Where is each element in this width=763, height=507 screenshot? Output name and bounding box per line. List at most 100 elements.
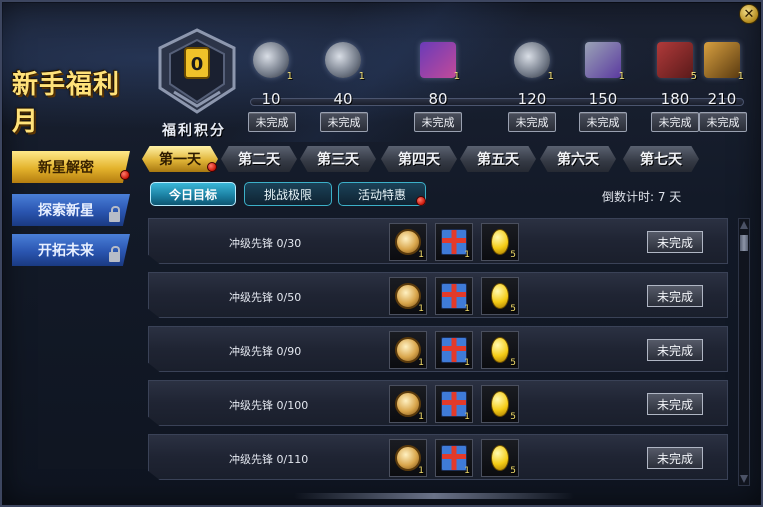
milestone-reward-icon[interactable]: 1	[514, 42, 554, 82]
gold-gem-icon	[491, 229, 509, 255]
task-status-button[interactable]: 未完成	[647, 393, 703, 415]
sidebar-item-new-star-decrypt[interactable]: 新星解密	[12, 151, 130, 183]
emblem-value: 0	[191, 54, 204, 75]
milestone-reward-icon[interactable]: 1	[585, 42, 625, 82]
reward-medal-slot[interactable]: 1	[389, 277, 427, 315]
bottom-decoration	[294, 493, 574, 499]
reward-medal-slot[interactable]: 1	[389, 331, 427, 369]
task-name: 冲级先锋 0/50	[229, 291, 302, 304]
sidebar-item-explore-star[interactable]: 探索新星	[12, 194, 130, 226]
reward-medal-slot[interactable]: 1	[389, 385, 427, 423]
gift-box-icon	[441, 229, 467, 255]
score-label: 福利积分	[162, 123, 226, 139]
task-status-button[interactable]: 未完成	[647, 339, 703, 361]
milestone-status-button[interactable]: 未完成	[320, 112, 368, 132]
subtab-event-deals[interactable]: 活动特惠	[338, 182, 426, 206]
task-name: 冲级先锋 0/100	[229, 399, 309, 412]
milestone-status-button[interactable]: 未完成	[651, 112, 699, 132]
milestone-status-button[interactable]: 未完成	[248, 112, 296, 132]
reward-gift-slot[interactable]: 1	[435, 277, 473, 315]
tab-day-3[interactable]: 第三天	[300, 146, 376, 172]
milestone-value: 150	[588, 90, 618, 108]
milestone-reward-icon[interactable]: 1	[325, 42, 365, 82]
task-row: 冲级先锋 0/30 1 1 5 未完成	[148, 218, 728, 264]
task-name: 冲级先锋 0/30	[229, 237, 302, 250]
task-status-button[interactable]: 未完成	[647, 447, 703, 469]
sidebar-item-pioneer-future[interactable]: 开拓未来	[12, 234, 130, 266]
notification-dot	[120, 170, 130, 180]
milestone-value: 210	[707, 90, 737, 108]
tab-day-7[interactable]: 第七天	[623, 146, 699, 172]
close-button[interactable]: ✕	[739, 4, 759, 24]
tab-day-4[interactable]: 第四天	[381, 146, 457, 172]
sidebar-item-label: 新星解密	[38, 160, 94, 176]
task-row: 冲级先锋 0/50 1 1 5 未完成	[148, 272, 728, 318]
milestone-value: 120	[517, 90, 547, 108]
milestone-status-button[interactable]: 未完成	[579, 112, 627, 132]
task-status-button[interactable]: 未完成	[647, 231, 703, 253]
reward-gift-slot[interactable]: 1	[435, 439, 473, 477]
reward-gem-slot[interactable]: 5	[481, 385, 519, 423]
milestone-210: 1 210	[694, 42, 750, 108]
milestone-value: 80	[428, 90, 448, 108]
milestone-status-button[interactable]: 未完成	[414, 112, 462, 132]
scrollbar-thumb[interactable]	[740, 235, 748, 251]
gift-box-icon	[441, 445, 467, 471]
reward-gift-slot[interactable]: 1	[435, 385, 473, 423]
subtab-challenge-limit[interactable]: 挑战极限	[244, 182, 332, 206]
task-row: 冲级先锋 0/100 1 1 5 未完成	[148, 380, 728, 426]
task-list: 冲级先锋 0/30 1 1 5 未完成 冲级先锋 0/50 1 1 5 未完成 …	[144, 214, 734, 486]
reward-gem-slot[interactable]: 5	[481, 331, 519, 369]
milestone-reward-icon[interactable]: 1	[704, 42, 744, 82]
milestone-120: 1 120	[504, 42, 560, 108]
medal-icon	[395, 445, 421, 471]
scroll-down-arrow-icon[interactable]	[740, 475, 748, 483]
milestone-status-button[interactable]: 未完成	[699, 112, 747, 132]
sidebar-item-label: 探索新星	[38, 203, 94, 219]
tab-day-2[interactable]: 第二天	[221, 146, 297, 172]
milestone-value: 40	[333, 90, 353, 108]
countdown-text: 倒数计时: 7 天	[602, 190, 682, 204]
gift-box-icon	[441, 337, 467, 363]
sidebar-item-label: 开拓未来	[38, 243, 94, 259]
milestone-80: 1 80	[410, 42, 466, 108]
notification-dot	[207, 162, 217, 172]
medal-icon	[395, 391, 421, 417]
gift-box-icon	[441, 391, 467, 417]
task-row: 冲级先锋 0/90 1 1 5 未完成	[148, 326, 728, 372]
reward-gem-slot[interactable]: 5	[481, 277, 519, 315]
task-name: 冲级先锋 0/110	[229, 453, 309, 466]
scroll-up-arrow-icon[interactable]	[740, 221, 748, 229]
medal-icon	[395, 283, 421, 309]
medal-icon	[395, 337, 421, 363]
title-main: 新手	[12, 70, 67, 100]
milestone-status-button[interactable]: 未完成	[508, 112, 556, 132]
notification-dot	[416, 196, 426, 206]
reward-gift-slot[interactable]: 1	[435, 223, 473, 261]
task-row: 冲级先锋 0/110 1 1 5 未完成	[148, 434, 728, 480]
tab-day-6[interactable]: 第六天	[540, 146, 616, 172]
task-status-button[interactable]: 未完成	[647, 285, 703, 307]
milestone-150: 1 150	[575, 42, 631, 108]
medal-icon	[395, 229, 421, 255]
reward-gift-slot[interactable]: 1	[435, 331, 473, 369]
reward-medal-slot[interactable]: 1	[389, 439, 427, 477]
gold-gem-icon	[491, 391, 509, 417]
tab-day-5[interactable]: 第五天	[460, 146, 536, 172]
event-title: 新手福利月	[12, 64, 142, 137]
lock-icon	[109, 206, 120, 222]
milestone-reward-icon[interactable]: 1	[253, 42, 293, 82]
task-list-scrollbar[interactable]	[738, 218, 750, 486]
reward-gem-slot[interactable]: 5	[481, 223, 519, 261]
reward-gem-slot[interactable]: 5	[481, 439, 519, 477]
lock-icon	[109, 246, 120, 262]
gift-box-icon	[441, 283, 467, 309]
milestone-10: 1 10	[243, 42, 299, 108]
milestone-reward-icon[interactable]: 1	[420, 42, 460, 82]
subtab-today-goals[interactable]: 今日目标	[150, 182, 236, 206]
score-emblem-icon: 0	[152, 26, 242, 116]
gold-gem-icon	[491, 445, 509, 471]
milestone-value: 10	[261, 90, 281, 108]
milestone-reward-icon[interactable]: 5	[657, 42, 697, 82]
reward-medal-slot[interactable]: 1	[389, 223, 427, 261]
